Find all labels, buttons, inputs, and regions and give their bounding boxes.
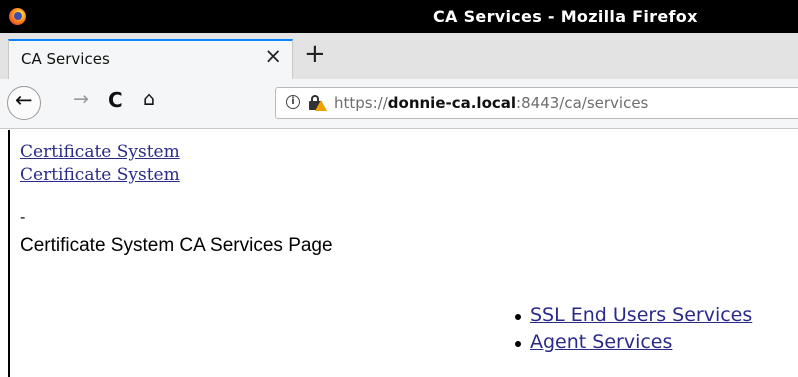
- reload-button[interactable]: C: [108, 90, 123, 110]
- tab-strip: CA Services × +: [0, 33, 798, 79]
- agent-services-link[interactable]: Agent Services: [530, 331, 672, 353]
- forward-button[interactable]: →: [73, 90, 89, 109]
- url-path: :8443/ca/services: [516, 94, 649, 112]
- list-item: Agent Services: [515, 331, 752, 358]
- url-scheme: https://: [334, 94, 388, 112]
- certificate-system-link-2[interactable]: Certificate System: [20, 165, 180, 185]
- tab-ca-services[interactable]: CA Services ×: [8, 39, 293, 79]
- back-arrow-icon: ←: [15, 88, 33, 112]
- firefox-logo-icon: [9, 8, 26, 25]
- url-text[interactable]: https://donnie-ca.local:8443/ca/services: [334, 94, 648, 112]
- window-title: CA Services - Mozilla Firefox: [433, 7, 698, 26]
- info-icon[interactable]: i: [286, 95, 300, 109]
- services-list: SSL End Users Services Agent Services: [515, 304, 752, 358]
- navigation-toolbar: ← → C ⌂ i https://donnie-ca.local:8443/c…: [0, 79, 798, 129]
- page-content: Certificate System Certificate System - …: [0, 130, 798, 377]
- separator-dash: -: [20, 208, 26, 226]
- left-border-rule: [8, 130, 10, 377]
- list-item: SSL End Users Services: [515, 304, 752, 331]
- home-button[interactable]: ⌂: [143, 90, 155, 109]
- page-title: Certificate System CA Services Page: [20, 235, 333, 256]
- insecure-lock-warning-icon[interactable]: [309, 95, 327, 111]
- tab-label: CA Services: [21, 50, 110, 68]
- close-icon[interactable]: ×: [264, 46, 282, 67]
- url-bar[interactable]: i https://donnie-ca.local:8443/ca/servic…: [275, 87, 798, 119]
- ssl-end-users-services-link[interactable]: SSL End Users Services: [530, 304, 752, 326]
- back-button[interactable]: ←: [7, 86, 41, 120]
- window-titlebar: CA Services - Mozilla Firefox: [0, 0, 798, 33]
- certificate-system-link-1[interactable]: Certificate System: [20, 142, 180, 162]
- new-tab-button[interactable]: +: [304, 41, 326, 67]
- url-host: donnie-ca.local: [387, 94, 517, 112]
